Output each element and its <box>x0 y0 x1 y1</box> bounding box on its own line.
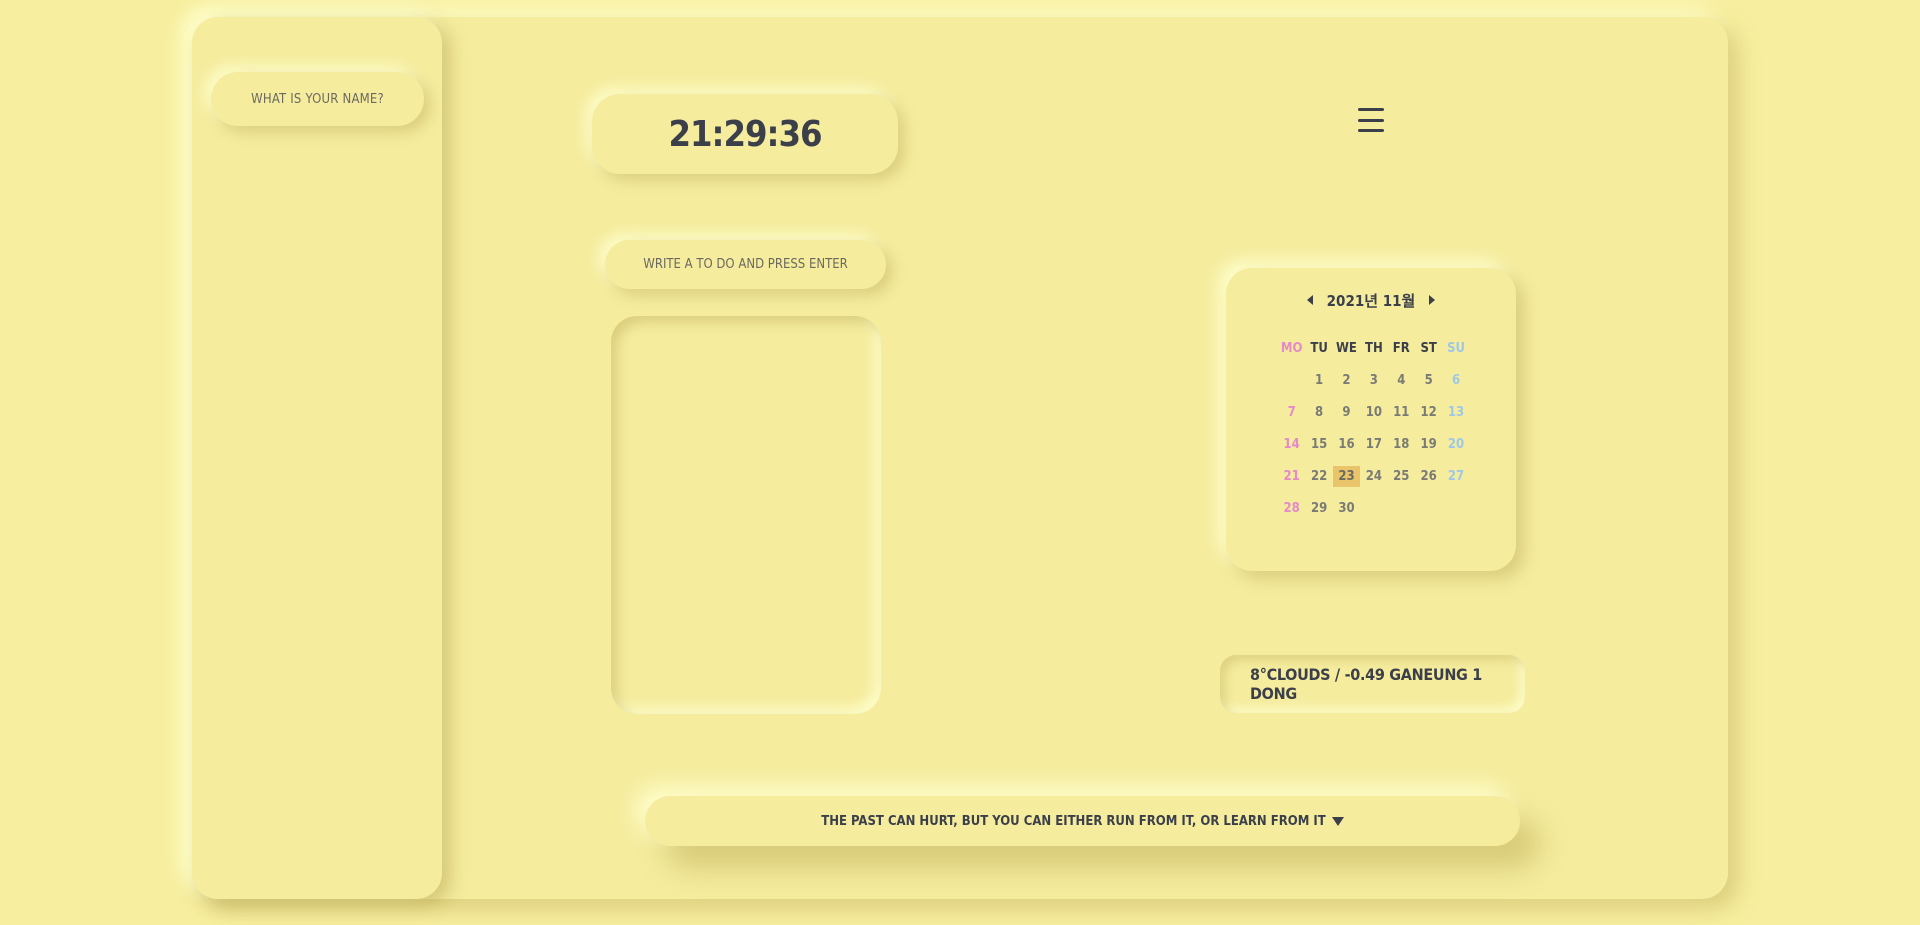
calendar-week: 14 15 16 17 18 19 20 <box>1278 428 1470 460</box>
calendar-day[interactable]: 3 <box>1360 370 1387 391</box>
calendar-week: 123456 <box>1278 364 1470 396</box>
clock: 21:29:36 <box>592 94 898 174</box>
calendar-day[interactable]: 21 <box>1278 466 1305 487</box>
calendar-day[interactable]: 6 <box>1442 370 1469 391</box>
weekday-label: ST <box>1420 340 1437 356</box>
calendar-day[interactable]: 25 <box>1388 466 1415 487</box>
calendar-week: 28 29 30 <box>1278 492 1470 524</box>
calendar-week: 21 22 23 24 25 26 27 <box>1278 460 1470 492</box>
name-input[interactable]: WHAT IS YOUR NAME? <box>211 72 424 126</box>
calendar-day <box>1415 498 1442 519</box>
calendar-day[interactable]: 2 <box>1333 370 1360 391</box>
weekday-label: WE <box>1336 340 1357 356</box>
calendar-title: 2021년 11월 <box>1326 291 1416 310</box>
calendar-day[interactable]: 1 <box>1305 370 1332 391</box>
calendar-day[interactable]: 16 <box>1333 434 1360 455</box>
calendar-day[interactable]: 18 <box>1388 434 1415 455</box>
weekday-label: SU <box>1447 340 1465 356</box>
prev-month-icon[interactable] <box>1306 295 1313 305</box>
calendar-day[interactable]: 7 <box>1278 402 1305 423</box>
calendar-day[interactable]: 30 <box>1333 498 1360 519</box>
calendar-day[interactable]: 8 <box>1305 402 1332 423</box>
calendar-day[interactable]: 23 <box>1332 465 1361 487</box>
weather-display: 8°CLOUDS / -0.49 GANEUNG 1 DONG <box>1220 655 1525 713</box>
calendar-day[interactable]: 4 <box>1388 370 1415 391</box>
calendar-day[interactable]: 9 <box>1333 402 1360 423</box>
todo-list <box>611 316 881 714</box>
calendar-day <box>1388 498 1415 519</box>
calendar-day[interactable]: 27 <box>1442 466 1469 487</box>
calendar-header: 2021년 11월 <box>1226 290 1516 310</box>
calendar-day[interactable]: 28 <box>1278 498 1305 519</box>
calendar-day <box>1442 498 1469 519</box>
calendar-day[interactable]: 11 <box>1388 402 1415 423</box>
calendar-day[interactable]: 15 <box>1305 434 1332 455</box>
calendar-week: 7 8 9 10 11 12 13 <box>1278 396 1470 428</box>
calendar-day[interactable]: 14 <box>1278 434 1305 455</box>
sidebar <box>192 17 442 899</box>
calendar-day[interactable]: 12 <box>1415 402 1442 423</box>
hamburger-menu-icon[interactable] <box>1358 108 1384 132</box>
weekday-label: FR <box>1392 340 1410 356</box>
calendar-day[interactable]: 17 <box>1360 434 1387 455</box>
calendar-day[interactable]: 29 <box>1305 498 1332 519</box>
quote-text: THE PAST CAN HURT, BUT YOU CAN EITHER RU… <box>821 813 1326 829</box>
weekday-label: TH <box>1364 340 1383 356</box>
calendar-day[interactable]: 26 <box>1415 466 1442 487</box>
todo-input[interactable]: WRITE A TO DO AND PRESS ENTER <box>605 240 886 289</box>
quote-bar: THE PAST CAN HURT, BUT YOU CAN EITHER RU… <box>645 796 1520 846</box>
calendar-grid: MO TU WE TH FR ST SU 1 2 3 4 5 6 7 8 9 10 11 12 13 14 15 16 17… <box>1278 332 1470 524</box>
calendar-day[interactable]: 19 <box>1415 434 1442 455</box>
calendar-day[interactable]: 20 <box>1442 434 1469 455</box>
calendar-day <box>1278 370 1305 391</box>
dropdown-arrow-icon[interactable] <box>1331 816 1344 826</box>
calendar-day[interactable]: 24 <box>1360 466 1387 487</box>
calendar-day <box>1360 498 1387 519</box>
weekday-label: TU <box>1310 340 1328 356</box>
next-month-icon[interactable] <box>1429 295 1436 305</box>
calendar-day[interactable]: 13 <box>1442 402 1469 423</box>
calendar-day[interactable]: 10 <box>1360 402 1387 423</box>
calendar-weekdays: MO TU WE TH FR ST SU <box>1278 332 1470 364</box>
weekday-label: MO <box>1280 340 1303 356</box>
calendar: 2021년 11월 MO TU WE TH FR ST SU 1 2 3 4 5 6 7 8 9 10 11 12… <box>1226 268 1516 571</box>
calendar-day[interactable]: 22 <box>1305 466 1332 487</box>
calendar-day[interactable]: 5 <box>1415 370 1442 391</box>
